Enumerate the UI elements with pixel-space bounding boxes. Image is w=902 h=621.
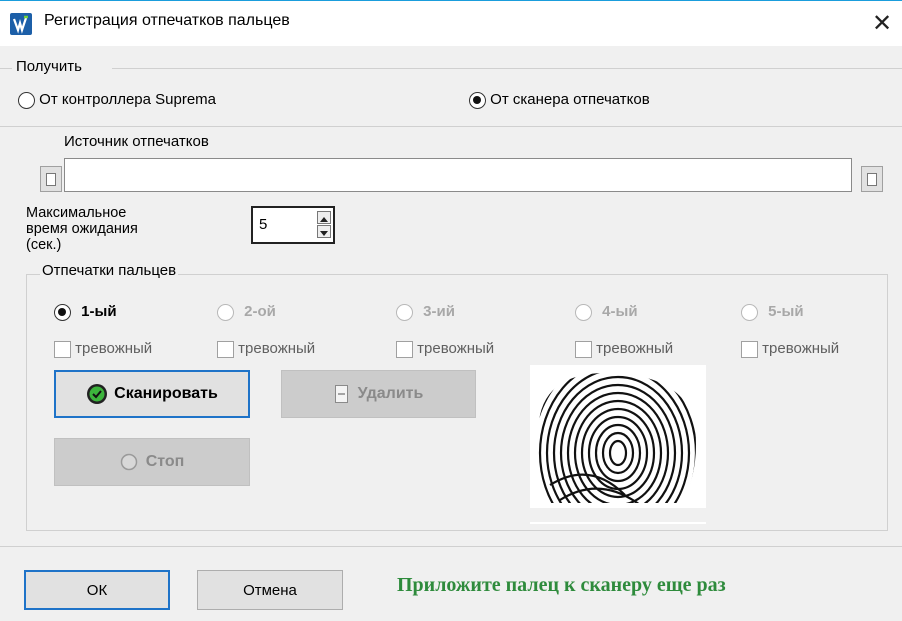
stop-button[interactable]: Стоп — [54, 438, 250, 486]
add-source-button[interactable] — [861, 166, 883, 192]
timeout-spinbox[interactable]: 5 — [251, 206, 335, 244]
window-title: Регистрация отпечатков пальцев — [44, 12, 290, 29]
timeout-label: Максимальное время ожидания (сек.) — [26, 205, 138, 253]
ok-button[interactable]: ОК — [24, 570, 170, 610]
checkbox[interactable] — [396, 340, 413, 358]
alarm-checkbox-2[interactable]: тревожный — [217, 340, 315, 358]
checkbox[interactable] — [54, 340, 71, 358]
radio-button[interactable] — [469, 91, 486, 109]
divider — [0, 68, 12, 69]
source-input[interactable] — [64, 158, 852, 192]
radio-from-scanner-label: От сканера отпечатков — [490, 91, 650, 108]
checkbox[interactable] — [575, 340, 592, 358]
scan-icon — [87, 384, 108, 404]
document-delete-icon — [334, 385, 348, 403]
radio-button[interactable] — [741, 303, 758, 321]
stop-icon — [120, 453, 137, 471]
alarm-checkbox-5[interactable]: тревожный — [741, 340, 839, 358]
radio-from-controller-label: От контроллера Suprema — [39, 91, 217, 108]
radio-from-scanner[interactable]: От сканера отпечатков — [469, 91, 650, 109]
alarm-checkbox-4[interactable]: тревожный — [575, 340, 673, 358]
radio-button[interactable] — [54, 303, 71, 321]
radio-button[interactable] — [396, 303, 413, 321]
document-add-icon — [867, 173, 877, 186]
radio-finger-1[interactable]: 1-ый — [54, 303, 117, 321]
alarm-checkbox-3[interactable]: тревожный — [396, 340, 494, 358]
timeout-value: 5 — [259, 216, 268, 233]
receive-group-label: Получить — [16, 58, 82, 75]
divider — [112, 68, 902, 69]
fingerprint-image — [530, 365, 706, 508]
radio-finger-5[interactable]: 5-ый — [741, 303, 804, 321]
source-label: Источник отпечатков — [64, 133, 209, 150]
status-message: Приложите палец к сканеру еще раз — [397, 574, 726, 596]
scan-button[interactable]: Сканировать — [54, 370, 250, 418]
divider — [0, 546, 902, 547]
close-icon[interactable]: ✕ — [872, 9, 892, 38]
radio-button[interactable] — [575, 303, 592, 321]
radio-finger-3[interactable]: 3-ий — [396, 303, 455, 321]
radio-button[interactable] — [217, 303, 234, 321]
radio-from-controller[interactable]: От контроллера Suprema — [18, 91, 216, 109]
open-source-button[interactable] — [40, 166, 62, 192]
app-logo-icon — [10, 13, 32, 35]
radio-finger-2[interactable]: 2-ой — [217, 303, 276, 321]
cancel-button[interactable]: Отмена — [197, 570, 343, 610]
checkbox[interactable] — [741, 340, 758, 358]
fingerprints-group-label: Отпечатки пальцев — [40, 262, 179, 279]
fingerprint-image-bottom-edge — [530, 522, 706, 524]
delete-button[interactable]: Удалить — [281, 370, 476, 418]
radio-finger-4[interactable]: 4-ый — [575, 303, 638, 321]
spin-down-icon[interactable] — [317, 225, 331, 238]
divider — [0, 126, 902, 127]
radio-button[interactable] — [18, 91, 35, 109]
alarm-checkbox-1[interactable]: тревожный — [54, 340, 152, 358]
checkbox[interactable] — [217, 340, 234, 358]
document-icon — [46, 173, 56, 186]
spin-up-icon[interactable] — [317, 211, 331, 224]
